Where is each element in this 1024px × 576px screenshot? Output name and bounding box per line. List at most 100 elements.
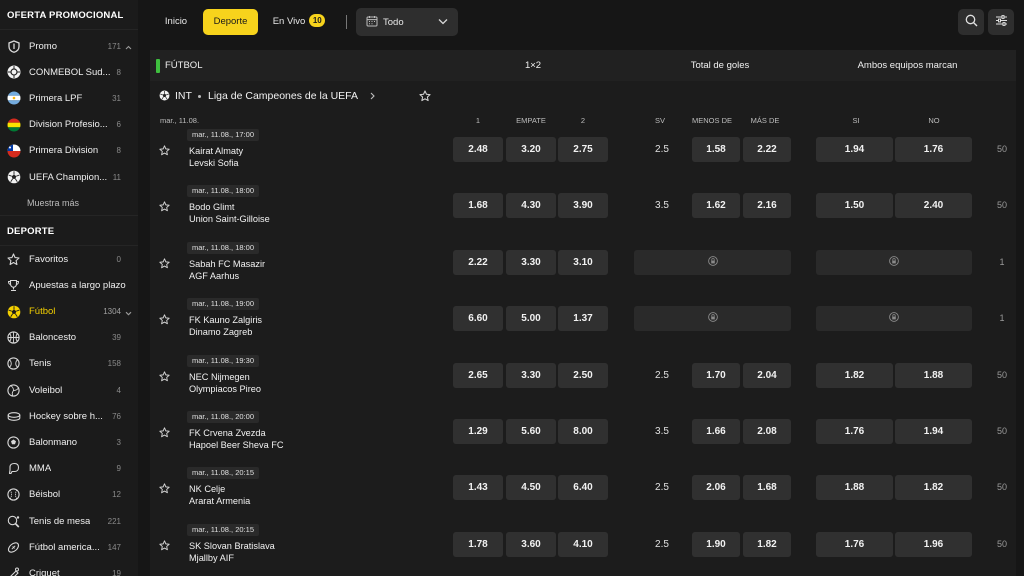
- odd-home[interactable]: 2.48: [453, 137, 503, 162]
- chevron-down-icon[interactable]: [125, 308, 132, 319]
- odd-over[interactable]: 2.22: [743, 137, 791, 162]
- home-team[interactable]: Kairat Almaty: [189, 146, 243, 156]
- odd-under[interactable]: 1.66: [692, 419, 740, 444]
- date-filter-select[interactable]: Todo: [356, 8, 458, 36]
- more-markets-count[interactable]: 50: [992, 193, 1012, 218]
- sidebar-item-criquet[interactable]: Criquet 19: [0, 560, 138, 576]
- odd-btts-no[interactable]: 1.76: [895, 137, 972, 162]
- home-team[interactable]: FK Kauno Zalgiris: [189, 315, 262, 325]
- match-row[interactable]: mar., 11.08., 20:15 SK Slovan Bratislava M…: [150, 522, 1016, 576]
- sidebar-item-futbol-americano[interactable]: Fútbol america... 147: [0, 534, 138, 560]
- more-markets-count[interactable]: 50: [992, 419, 1012, 444]
- odd-draw[interactable]: 4.50: [506, 475, 556, 501]
- odd-draw[interactable]: 3.20: [506, 137, 556, 162]
- odd-over[interactable]: 1.82: [743, 531, 791, 557]
- match-row[interactable]: mar., 11.08., 17:00 Kairat Almaty Levski S…: [150, 127, 1016, 181]
- sidebar-item-division-profesional[interactable]: Division Profesio... 6: [0, 112, 138, 138]
- sidebar-item-mma[interactable]: MMA 9: [0, 456, 138, 482]
- odd-home[interactable]: 1.29: [453, 419, 503, 444]
- favorite-star-icon[interactable]: [159, 427, 170, 441]
- odd-btts-yes[interactable]: 1.94: [816, 137, 893, 162]
- match-row[interactable]: mar., 11.08., 19:30 NEC Nijmegen Olympiaco…: [150, 353, 1016, 407]
- odd-away[interactable]: 3.10: [558, 249, 608, 275]
- odd-under[interactable]: 1.62: [692, 193, 740, 219]
- odd-home[interactable]: 1.68: [453, 193, 503, 219]
- odd-home[interactable]: 6.60: [453, 306, 503, 332]
- sidebar-item-primera-division[interactable]: Primera Division 8: [0, 138, 138, 164]
- nav-inicio[interactable]: Inicio: [156, 9, 196, 35]
- odd-draw[interactable]: 3.30: [506, 362, 556, 388]
- favorite-star-icon[interactable]: [159, 314, 170, 328]
- odd-under[interactable]: 1.58: [692, 137, 740, 162]
- home-team[interactable]: Sabah FC Masazir: [189, 259, 265, 269]
- odd-under[interactable]: 2.06: [692, 475, 740, 501]
- away-team[interactable]: Dinamo Zagreb: [189, 327, 252, 337]
- league-header[interactable]: INT Liga de Campeones de la UEFA: [150, 85, 1016, 109]
- more-markets-count[interactable]: 50: [992, 137, 1012, 162]
- match-row[interactable]: mar., 11.08., 18:00 Bodo Glimt Union Saint…: [150, 183, 1016, 237]
- odd-away[interactable]: 8.00: [558, 419, 608, 444]
- favorite-league-star-icon[interactable]: [419, 90, 431, 105]
- odd-home[interactable]: 2.65: [453, 362, 503, 388]
- chevron-up-icon[interactable]: [125, 42, 132, 53]
- odd-over[interactable]: 2.04: [743, 362, 791, 388]
- match-row[interactable]: mar., 11.08., 18:00 Sabah FC Masazir AGF A…: [150, 240, 1016, 294]
- sidebar-item-baloncesto[interactable]: Baloncesto 39: [0, 325, 138, 351]
- sidebar-item-beisbol[interactable]: Béisbol 12: [0, 482, 138, 508]
- odd-draw[interactable]: 3.60: [506, 531, 556, 557]
- favorite-star-icon[interactable]: [159, 483, 170, 497]
- odd-btts-no[interactable]: 1.96: [895, 531, 972, 557]
- favorite-star-icon[interactable]: [159, 370, 170, 385]
- more-markets-count[interactable]: 1: [992, 250, 1012, 275]
- odd-btts-no[interactable]: 1.82: [895, 475, 972, 501]
- odd-away[interactable]: 4.10: [558, 531, 608, 557]
- sidebar-item-futbol[interactable]: Fútbol 1304: [0, 299, 138, 325]
- odd-draw[interactable]: 4.30: [506, 193, 556, 219]
- odd-over[interactable]: 2.08: [743, 419, 791, 444]
- sidebar-item-favoritos[interactable]: Favoritos 0: [0, 246, 138, 272]
- away-team[interactable]: Mjallby AIF: [189, 553, 234, 563]
- odd-over[interactable]: 1.68: [743, 475, 791, 501]
- favorite-star-icon[interactable]: [159, 258, 170, 272]
- odd-under[interactable]: 1.90: [692, 531, 740, 557]
- sidebar-item-conmebol[interactable]: CONMEBOL Sud... 8: [0, 59, 138, 85]
- home-team[interactable]: SK Slovan Bratislava: [189, 541, 275, 551]
- odd-btts-yes[interactable]: 1.88: [816, 475, 893, 501]
- odd-home[interactable]: 2.22: [453, 249, 503, 275]
- away-team[interactable]: Hapoel Beer Sheva FC: [189, 440, 283, 450]
- odd-btts-yes[interactable]: 1.76: [816, 419, 893, 444]
- away-team[interactable]: AGF Aarhus: [189, 271, 239, 281]
- odd-under[interactable]: 1.70: [692, 362, 740, 388]
- home-team[interactable]: FK Crvena Zvezda: [189, 428, 266, 438]
- sidebar-item-tenis-de-mesa[interactable]: Tenis de mesa 221: [0, 508, 138, 534]
- sidebar-item-uefa-champions[interactable]: UEFA Champion... 11: [0, 164, 138, 190]
- nav-deporte[interactable]: Deporte: [203, 9, 258, 35]
- odd-home[interactable]: 1.43: [453, 475, 503, 501]
- favorite-star-icon[interactable]: [159, 201, 170, 215]
- search-button[interactable]: [958, 9, 984, 35]
- odd-btts-yes[interactable]: 1.76: [816, 531, 893, 557]
- odd-btts-no[interactable]: 1.88: [895, 362, 972, 388]
- nav-en-vivo[interactable]: En Vivo 10: [266, 9, 332, 35]
- home-team[interactable]: Bodo Glimt: [189, 202, 234, 212]
- odd-away[interactable]: 2.50: [558, 362, 608, 388]
- odd-btts-no[interactable]: 2.40: [895, 193, 972, 219]
- settings-button[interactable]: [988, 9, 1014, 35]
- odd-away[interactable]: 1.37: [558, 306, 608, 332]
- odd-draw[interactable]: 3.30: [506, 249, 556, 275]
- sidebar-item-tenis[interactable]: Tenis 158: [0, 351, 138, 377]
- sidebar-item-balonmano[interactable]: Balonmano 3: [0, 429, 138, 455]
- more-markets-count[interactable]: 50: [992, 475, 1012, 500]
- odd-draw[interactable]: 5.00: [506, 306, 556, 332]
- away-team[interactable]: Union Saint-Gilloise: [189, 214, 270, 224]
- match-row[interactable]: mar., 11.08., 19:00 FK Kauno Zalgiris Dina…: [150, 296, 1016, 350]
- match-row[interactable]: mar., 11.08., 20:15 NK Celje Ararat Armeni…: [150, 465, 1016, 519]
- away-team[interactable]: Olympiacos Pireo: [189, 384, 261, 394]
- more-markets-count[interactable]: 1: [992, 306, 1012, 331]
- odd-btts-no[interactable]: 1.94: [895, 419, 972, 444]
- away-team[interactable]: Ararat Armenia: [189, 496, 250, 506]
- favorite-star-icon[interactable]: [159, 540, 170, 554]
- match-row[interactable]: mar., 11.08., 20:00 FK Crvena Zvezda Hapoe…: [150, 409, 1016, 463]
- odd-btts-yes[interactable]: 1.82: [816, 362, 893, 388]
- sidebar-item-voleibol[interactable]: Voleibol 4: [0, 377, 138, 403]
